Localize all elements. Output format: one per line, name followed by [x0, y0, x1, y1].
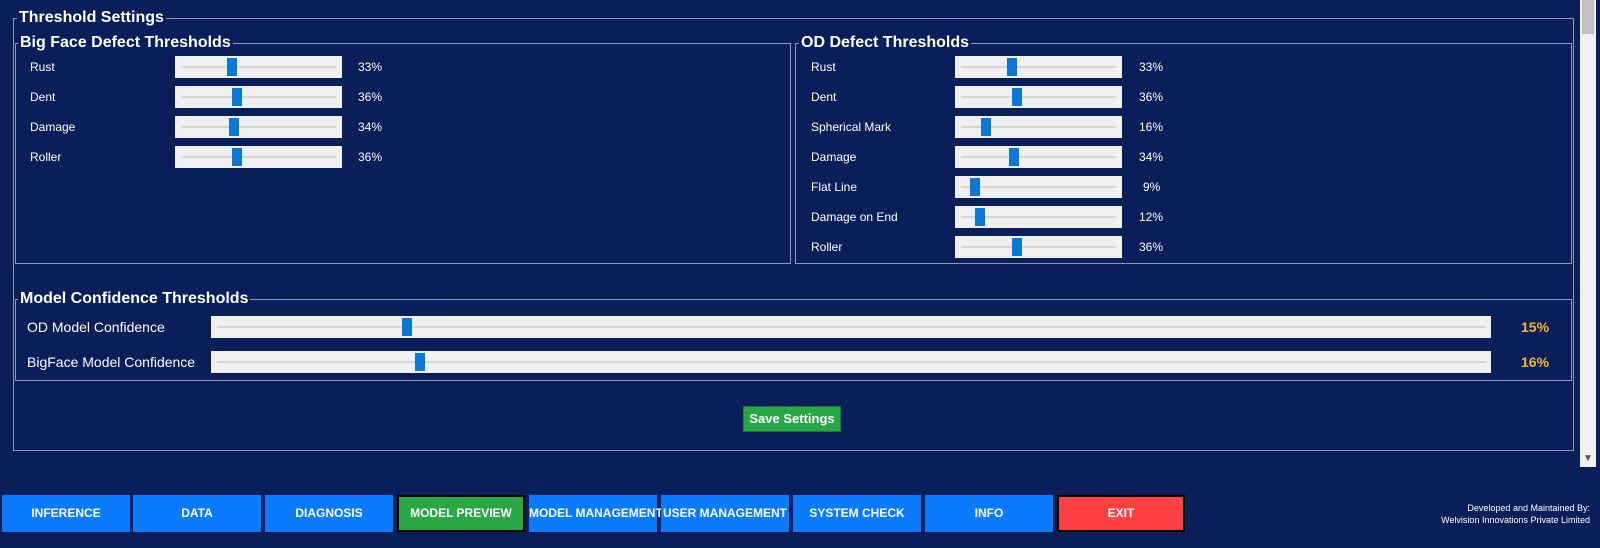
vertical-scrollbar[interactable]: ▼ — [1580, 0, 1596, 467]
nav-exit-button[interactable]: EXIT — [1057, 495, 1185, 532]
od-model-confidence-slider[interactable] — [211, 316, 1491, 338]
big-face-value: 34% — [358, 120, 383, 134]
slider-thumb[interactable] — [1011, 238, 1022, 256]
confidence-row: OD Model Confidence 15% — [0, 316, 1560, 338]
credit-line-2: Welvision Innovations Private Limited — [1441, 515, 1590, 525]
od-value: 33% — [1139, 60, 1164, 74]
slider-thumb[interactable] — [228, 118, 239, 136]
big-face-label: Damage — [30, 120, 76, 134]
big-face-label: Dent — [30, 90, 56, 104]
slider-thumb[interactable] — [1011, 88, 1022, 106]
od-value: 36% — [1139, 240, 1164, 254]
nav-model-preview-button[interactable]: MODEL PREVIEW — [397, 495, 525, 532]
scrollbar-thumb[interactable] — [1582, 0, 1594, 34]
big-face-value: 36% — [358, 90, 383, 104]
od-label: Damage on End — [811, 210, 898, 224]
od-label: Damage — [811, 150, 857, 164]
od-row: Rust 33% — [780, 56, 1180, 78]
big-face-row: Roller 36% — [0, 146, 400, 168]
bigface-model-confidence-slider[interactable] — [211, 351, 1491, 373]
od-value: 9% — [1143, 180, 1161, 194]
od-row: Spherical Mark 16% — [780, 116, 1180, 138]
od-value: 36% — [1139, 90, 1164, 104]
big-face-rust-slider[interactable] — [175, 56, 342, 78]
confidence-value: 16% — [1521, 354, 1550, 370]
credit-line-1: Developed and Maintained By: — [1467, 503, 1590, 513]
big-face-row: Rust 33% — [0, 56, 400, 78]
od-flat-line-slider[interactable] — [955, 176, 1122, 198]
nav-inference-button[interactable]: INFERENCE — [2, 495, 130, 532]
big-face-damage-slider[interactable] — [175, 116, 342, 138]
od-value: 12% — [1139, 210, 1164, 224]
od-label: Dent — [811, 90, 837, 104]
developer-credit: Developed and Maintained By: Welvision I… — [1441, 502, 1590, 526]
od-rust-slider[interactable] — [955, 56, 1122, 78]
nav-user-management-button[interactable]: USER MANAGEMENT — [661, 495, 789, 532]
od-roller-slider[interactable] — [955, 236, 1122, 258]
od-damage-slider[interactable] — [955, 146, 1122, 168]
slider-thumb[interactable] — [227, 58, 238, 76]
nav-info-button[interactable]: INFO — [925, 495, 1053, 532]
od-dent-slider[interactable] — [955, 86, 1122, 108]
slider-thumb[interactable] — [231, 148, 242, 166]
big-face-label: Roller — [30, 150, 62, 164]
big-face-value: 33% — [358, 60, 383, 74]
big-face-row: Damage 34% — [0, 116, 400, 138]
confidence-label: BigFace Model Confidence — [27, 354, 196, 370]
scroll-down-arrow-icon[interactable]: ▼ — [1580, 451, 1596, 467]
nav-model-management-button[interactable]: MODEL MANAGEMENT — [529, 495, 663, 532]
slider-thumb[interactable] — [402, 318, 413, 336]
big-face-value: 36% — [358, 150, 383, 164]
big-face-roller-slider[interactable] — [175, 146, 342, 168]
od-label: Spherical Mark — [811, 120, 892, 134]
nav-diagnosis-button[interactable]: DIAGNOSIS — [265, 495, 393, 532]
od-damage-on-end-slider[interactable] — [955, 206, 1122, 228]
big-face-label: Rust — [30, 60, 55, 74]
od-row: Dent 36% — [780, 86, 1180, 108]
nav-system-check-button[interactable]: SYSTEM CHECK — [793, 495, 921, 532]
od-label: Rust — [811, 60, 836, 74]
od-row: Damage 34% — [780, 146, 1180, 168]
big-face-title: Big Face Defect Thresholds — [18, 34, 233, 52]
confidence-label: OD Model Confidence — [27, 319, 165, 335]
confidence-row: BigFace Model Confidence 16% — [0, 351, 1560, 373]
slider-thumb[interactable] — [1008, 148, 1019, 166]
save-settings-button[interactable]: Save Settings — [743, 406, 841, 432]
confidence-value: 15% — [1521, 319, 1550, 335]
od-title: OD Defect Thresholds — [799, 34, 972, 52]
slider-thumb[interactable] — [231, 88, 242, 106]
slider-thumb[interactable] — [980, 118, 991, 136]
od-row: Flat Line 9% — [780, 176, 1180, 198]
od-label: Roller — [811, 240, 843, 254]
od-row: Damage on End 12% — [780, 206, 1180, 228]
nav-data-button[interactable]: DATA — [133, 495, 261, 532]
slider-thumb[interactable] — [1007, 58, 1018, 76]
big-face-dent-slider[interactable] — [175, 86, 342, 108]
big-face-row: Dent 36% — [0, 86, 400, 108]
od-label: Flat Line — [811, 180, 858, 194]
threshold-settings-title: Threshold Settings — [17, 9, 166, 27]
slider-thumb[interactable] — [414, 353, 425, 371]
od-spherical-mark-slider[interactable] — [955, 116, 1122, 138]
od-row: Roller 36% — [780, 236, 1180, 258]
od-value: 34% — [1139, 150, 1164, 164]
slider-thumb[interactable] — [969, 178, 980, 196]
od-value: 16% — [1139, 120, 1164, 134]
slider-thumb[interactable] — [974, 208, 985, 226]
model-confidence-title: Model Confidence Thresholds — [18, 290, 251, 308]
